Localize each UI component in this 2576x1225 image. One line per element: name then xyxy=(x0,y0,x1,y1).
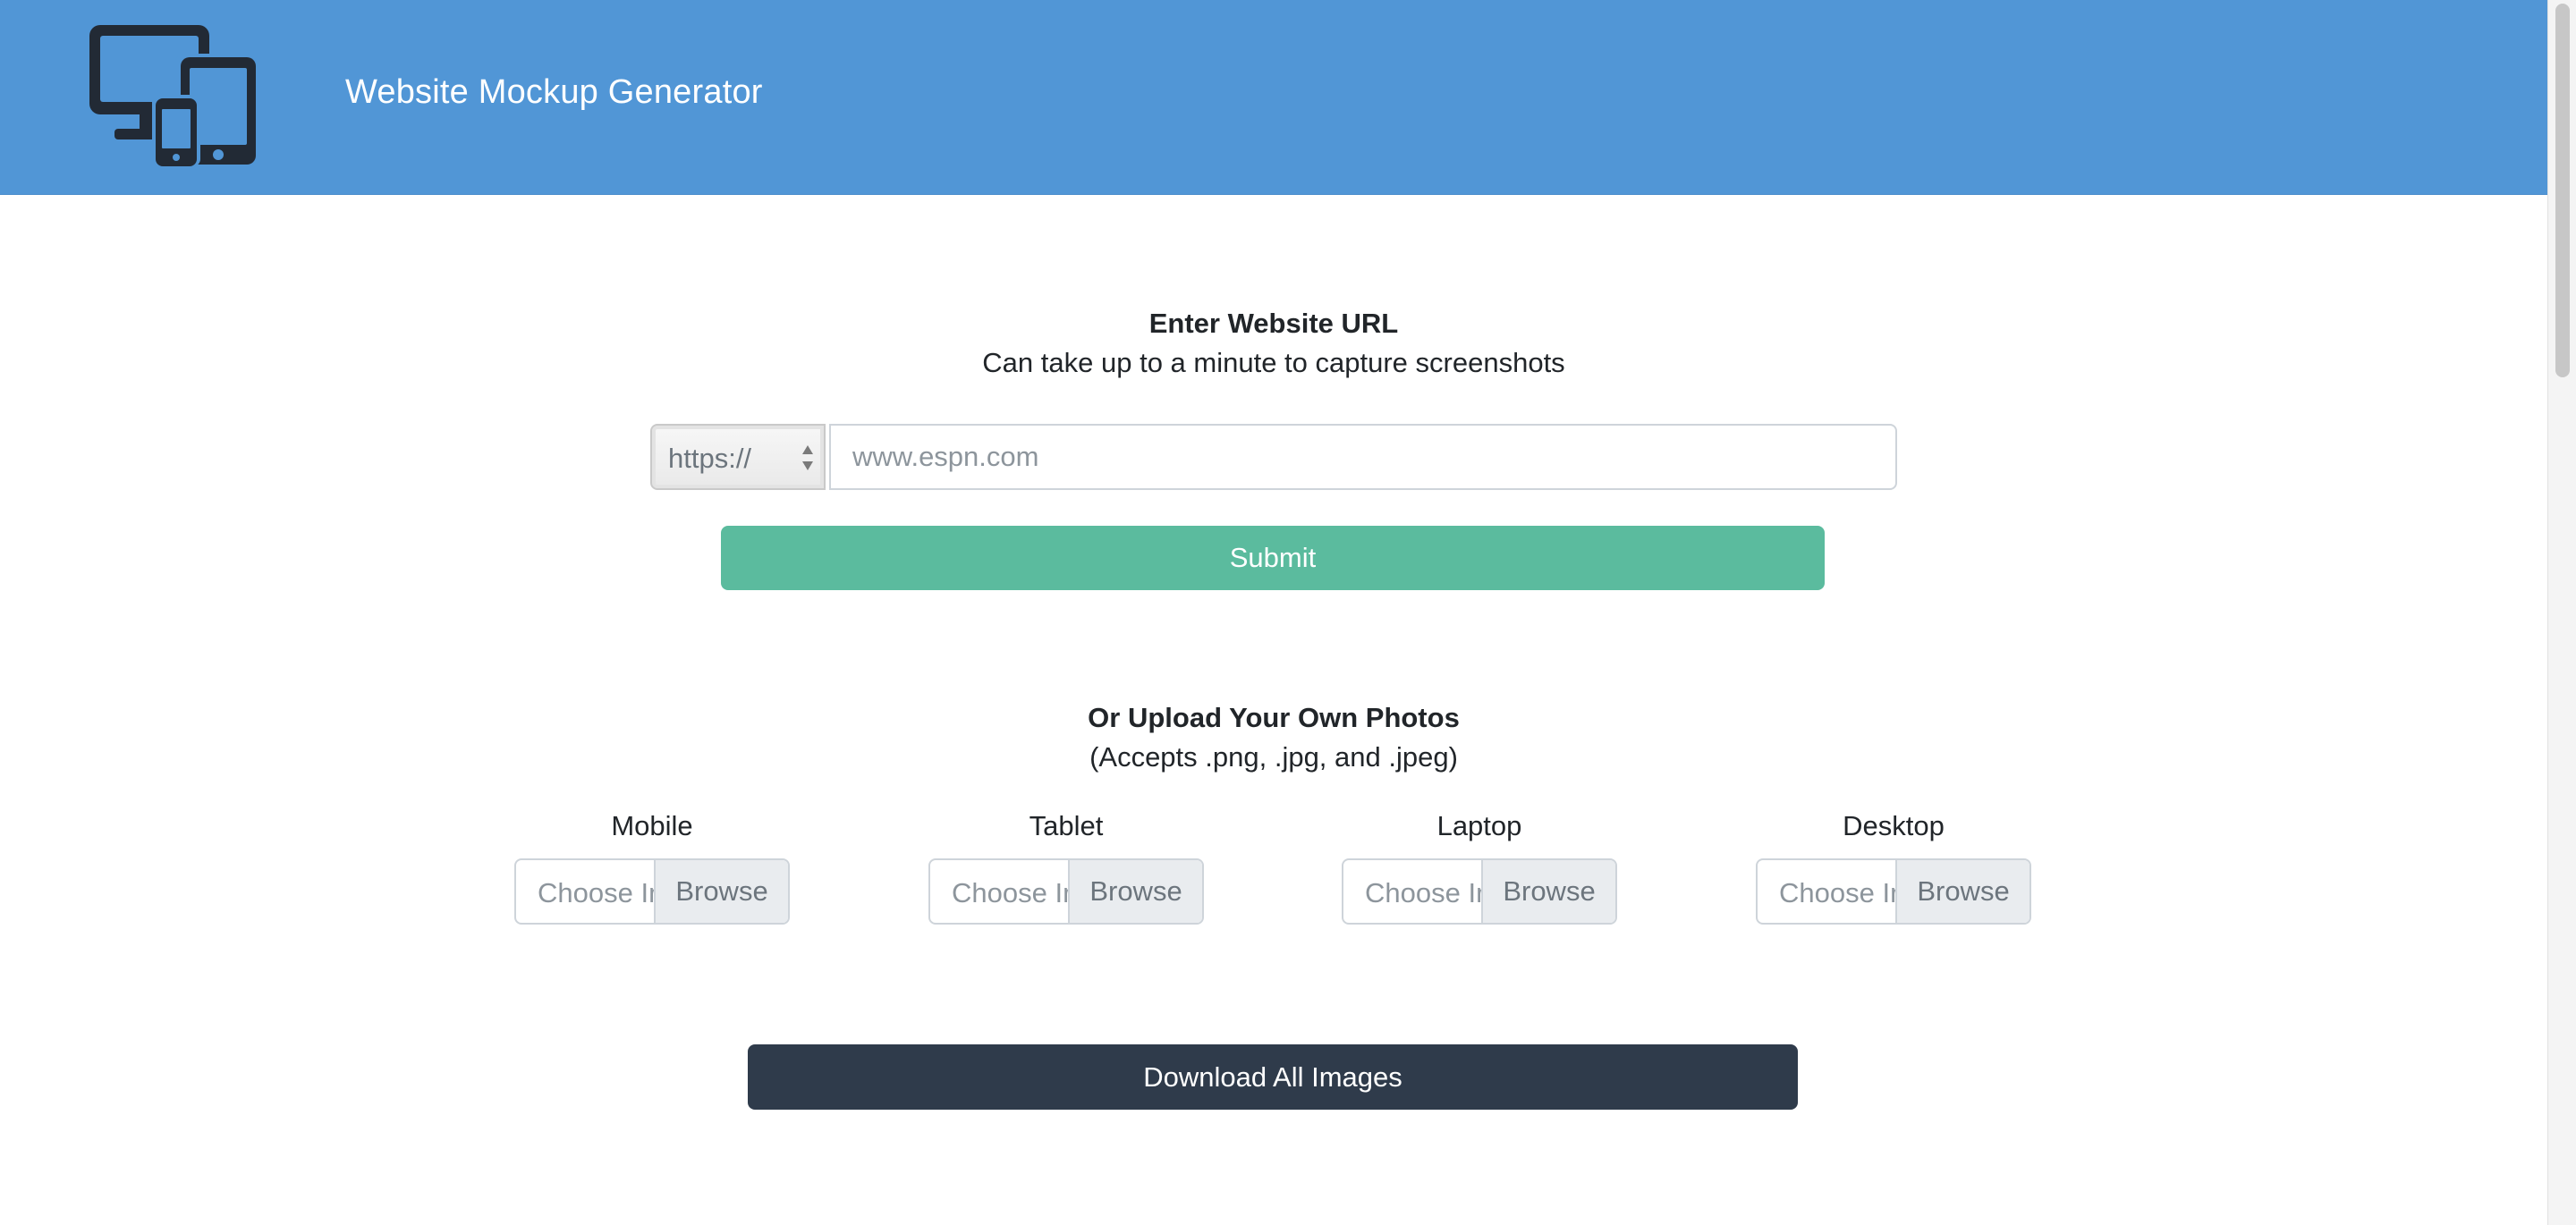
browse-button-desktop[interactable]: Browse xyxy=(1895,860,2029,923)
protocol-select-value: https:// xyxy=(668,443,752,474)
device-label-laptop: Laptop xyxy=(1436,810,1522,841)
page-scrollbar[interactable] xyxy=(2547,0,2576,1225)
page: Website Mockup Generator Enter Website U… xyxy=(0,0,2547,1225)
url-input-group: https:// xyxy=(650,424,1897,490)
file-input-placeholder: Choose Image xyxy=(952,877,1070,908)
file-input-mobile[interactable]: Choose Image Browse xyxy=(514,858,790,925)
app-title: Website Mockup Generator xyxy=(345,73,763,111)
browse-button-tablet[interactable]: Browse xyxy=(1068,860,1202,923)
upload-tablet: Tablet Choose Image Browse xyxy=(928,805,1204,925)
scrollbar-thumb[interactable] xyxy=(2555,4,2570,377)
file-input-desktop[interactable]: Choose Image Browse xyxy=(1756,858,2031,925)
header-bar: Website Mockup Generator xyxy=(0,0,2547,195)
device-label-mobile: Mobile xyxy=(611,810,693,841)
url-section-heading: Enter Website URL xyxy=(1148,308,1399,339)
file-input-placeholder: Choose Image xyxy=(1365,877,1483,908)
download-all-button[interactable]: Download All Images xyxy=(748,1044,1798,1110)
submit-button[interactable]: Submit xyxy=(721,526,1825,590)
file-input-placeholder: Choose Image xyxy=(538,877,656,908)
file-input-tablet[interactable]: Choose Image Browse xyxy=(928,858,1204,925)
upload-laptop: Laptop Choose Image Browse xyxy=(1342,805,1617,925)
url-input[interactable] xyxy=(829,424,1897,490)
upload-mobile: Mobile Choose Image Browse xyxy=(514,805,790,925)
upload-section-subheading: (Accepts .png, .jpg, and .jpeg) xyxy=(1089,741,1458,773)
url-section-subheading: Can take up to a minute to capture scree… xyxy=(982,347,1565,378)
device-label-tablet: Tablet xyxy=(1029,810,1104,841)
browse-button-laptop[interactable]: Browse xyxy=(1481,860,1615,923)
device-label-desktop: Desktop xyxy=(1843,810,1945,841)
file-input-laptop[interactable]: Choose Image Browse xyxy=(1342,858,1617,925)
file-input-placeholder: Choose Image xyxy=(1779,877,1897,908)
upload-desktop: Desktop Choose Image Browse xyxy=(1756,805,2031,925)
select-arrows-icon xyxy=(802,445,813,470)
protocol-select[interactable]: https:// xyxy=(650,424,826,490)
upload-section-heading: Or Upload Your Own Photos xyxy=(1088,702,1460,733)
browse-button-mobile[interactable]: Browse xyxy=(654,860,788,923)
devices-icon xyxy=(89,25,256,166)
